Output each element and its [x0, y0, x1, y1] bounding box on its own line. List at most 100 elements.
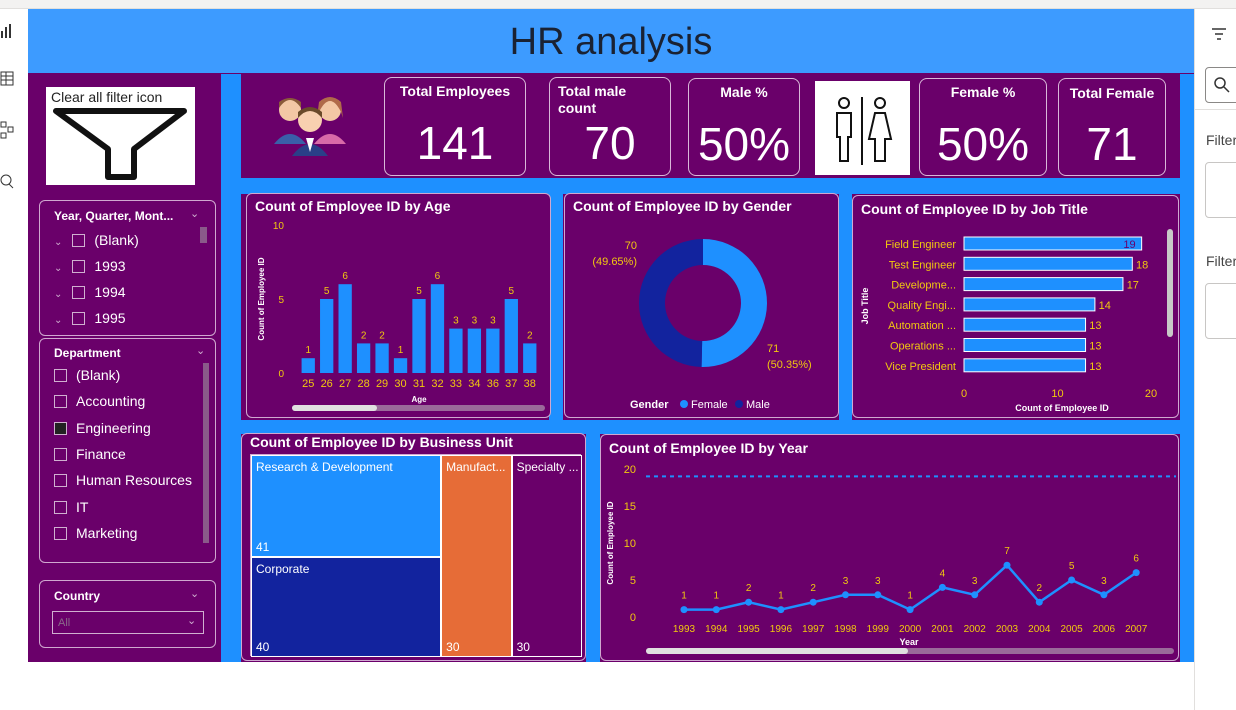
bar — [338, 284, 352, 373]
x-tick-label: 36 — [487, 378, 499, 390]
x-tick-label: 25 — [302, 378, 314, 390]
expand-chevron-icon[interactable]: ⌄ — [54, 263, 62, 274]
data-label: 2 — [361, 330, 367, 341]
data-label: 18 — [1136, 259, 1148, 271]
y-tick-label: 5 — [630, 575, 636, 587]
year-slicer-title: Year, Quarter, Mont... — [54, 209, 174, 223]
x-tick-label: 33 — [450, 378, 462, 390]
data-label: 3 — [875, 576, 881, 587]
y-tick-label: 15 — [624, 501, 636, 513]
scrollbar[interactable] — [203, 363, 209, 543]
checkbox[interactable] — [54, 369, 67, 382]
kpi-value: 70 — [584, 117, 636, 169]
year-slicer-item[interactable]: ⌄ 1994 — [54, 284, 126, 300]
x-tick-label: 2003 — [996, 624, 1019, 635]
bar — [393, 358, 408, 373]
filter-drop-well[interactable] — [1205, 283, 1236, 339]
checkbox[interactable] — [72, 260, 86, 273]
checkbox[interactable] — [54, 447, 67, 461]
country-dropdown[interactable]: All ⌄ — [52, 611, 204, 634]
checkbox[interactable] — [54, 474, 67, 488]
y-axis-label: Count of Employee ID — [606, 501, 615, 584]
kpi-label: Total male count — [558, 83, 627, 116]
x-tick-label: 2004 — [1028, 624, 1051, 635]
expand-chevron-icon[interactable]: ⌄ — [54, 237, 62, 248]
expand-chevron-icon[interactable]: ⌄ — [54, 315, 62, 326]
data-label: 13 — [1089, 320, 1101, 332]
treemap-cell-label: Corporate — [256, 562, 310, 577]
kpi-label: Total Employees — [399, 83, 511, 99]
data-label: 2 — [379, 330, 385, 341]
scrollbar[interactable] — [200, 227, 207, 243]
country-dropdown-value: All — [58, 617, 71, 629]
data-point — [745, 598, 753, 606]
data-point — [1068, 576, 1076, 584]
checkbox[interactable] — [72, 312, 86, 325]
expand-chevron-icon[interactable]: ⌄ — [54, 289, 62, 300]
checkbox[interactable] — [72, 286, 86, 299]
x-tick-label: 1998 — [834, 624, 857, 635]
bar — [301, 358, 315, 373]
x-tick-label: 0 — [961, 388, 967, 400]
y-tick-label: Operations ... — [890, 341, 956, 353]
filter-drop-well[interactable] — [1205, 162, 1236, 218]
treemap-cell[interactable]: Specialty ... 30 — [511, 455, 582, 657]
year-slicer-item[interactable]: ⌄ (Blank) — [54, 232, 139, 248]
department-item[interactable]: (Blank) — [54, 367, 120, 383]
bar — [467, 328, 482, 373]
checkbox[interactable] — [54, 395, 67, 409]
checkbox[interactable] — [54, 526, 67, 540]
department-item[interactable]: IT — [54, 499, 88, 515]
bar — [523, 343, 537, 373]
year-slicer-item[interactable]: ⌄ 1995 — [54, 310, 126, 326]
chevron-down-icon[interactable]: ⌄ — [196, 344, 205, 357]
data-point — [938, 583, 946, 591]
table-view-icon[interactable] — [0, 71, 14, 91]
data-label: 5 — [416, 286, 422, 297]
year-slicer-item[interactable]: ⌄ 1993 — [54, 258, 126, 274]
department-item[interactable]: Marketing — [54, 525, 137, 541]
treemap-cell[interactable]: Corporate 40 — [251, 557, 442, 657]
x-axis-label: Count of Employee ID — [1015, 403, 1109, 413]
report-view-icon[interactable] — [0, 23, 14, 43]
model-view-icon[interactable] — [0, 121, 14, 141]
data-label: 3 — [1101, 576, 1107, 587]
y-tick-label: 10 — [624, 538, 636, 550]
data-label: (50.35%) — [767, 359, 812, 371]
data-label: 5 — [1069, 561, 1075, 572]
department-item-label: (Blank) — [76, 367, 121, 383]
chevron-down-icon[interactable]: ⌄ — [190, 207, 199, 220]
scrollbar-thumb — [646, 648, 908, 654]
chevron-down-icon[interactable]: ⌄ — [190, 587, 199, 600]
treemap-cell[interactable]: Manufact... 30 — [441, 455, 512, 657]
department-item[interactable]: Finance — [54, 446, 126, 462]
treemap-cell[interactable]: Research & Development 41 — [251, 455, 442, 558]
checkbox[interactable] — [54, 500, 67, 514]
filter-search-input[interactable] — [1205, 67, 1236, 103]
dax-query-icon[interactable] — [0, 171, 14, 191]
search-icon — [1214, 77, 1230, 93]
donut-slice — [638, 239, 703, 367]
department-item[interactable]: Accounting — [54, 393, 145, 409]
checkbox[interactable] — [54, 421, 67, 435]
filter-lines-icon[interactable] — [1211, 27, 1227, 41]
job-title-chart: Count of Employee ID by Job Title Field … — [852, 195, 1179, 418]
data-label: 71 — [767, 343, 779, 355]
chevron-down-icon: ⌄ — [187, 615, 197, 627]
bar — [963, 256, 1133, 271]
clear-filters-button[interactable]: Clear all filter icon — [46, 87, 195, 185]
data-label: 5 — [509, 286, 515, 297]
y-axis-label: Job Title — [860, 288, 870, 325]
y-tick-label: 5 — [278, 295, 284, 306]
gender-chart: Count of Employee ID by Gender 71 (50.35%… — [564, 193, 839, 418]
kpi-label: Total Female — [1069, 85, 1155, 101]
data-point — [874, 591, 882, 599]
legend-title: Gender — [630, 399, 669, 411]
legend-label: Female — [691, 399, 728, 411]
department-item[interactable]: Human Resources — [54, 472, 192, 488]
treemap-cell-value: 40 — [256, 639, 270, 654]
age-chart-plot: 0510Count of Employee ID1255266272282291… — [257, 221, 545, 411]
department-item[interactable]: Engineering — [54, 420, 151, 436]
bar — [963, 338, 1087, 352]
checkbox[interactable] — [72, 234, 86, 247]
